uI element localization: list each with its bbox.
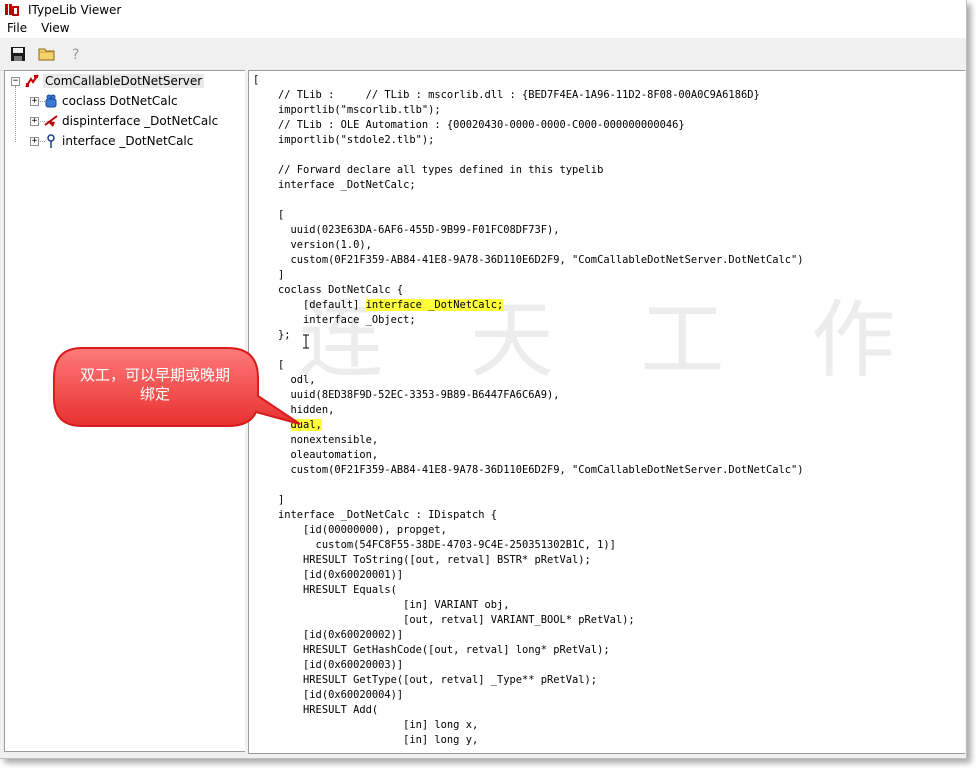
collapse-toggle[interactable]: − bbox=[11, 76, 20, 86]
help-button[interactable]: ? bbox=[64, 42, 88, 66]
help-question-icon: ? bbox=[72, 47, 79, 62]
expand-toggle[interactable]: + bbox=[30, 116, 39, 126]
expand-toggle[interactable]: + bbox=[30, 96, 39, 106]
svg-text:?: ? bbox=[72, 47, 79, 62]
highlight-dual: dual, bbox=[290, 419, 322, 431]
callout-line-2: 绑定 bbox=[139, 385, 170, 403]
dispinterface-icon bbox=[43, 113, 59, 129]
toolbar: ? bbox=[0, 38, 966, 71]
callout-line-1: 双工，可以早期或晚期 bbox=[79, 366, 230, 384]
open-button[interactable] bbox=[35, 42, 59, 66]
tree-item-interface[interactable]: + interface _DotNetCalc bbox=[30, 132, 193, 150]
tree-item-label: coclass DotNetCalc bbox=[62, 94, 178, 108]
tree-item-label: ComCallableDotNetServer bbox=[43, 74, 205, 88]
menu-view[interactable]: View bbox=[34, 19, 76, 38]
highlight-default-interface: interface _DotNetCalc; bbox=[365, 299, 504, 311]
idl-source-pane[interactable]: 连 天 工 作 室 [ // TLib : // TLib : mscorlib… bbox=[248, 70, 965, 754]
type-tree-pane[interactable]: − ComCallableDotNetServer + coclass DotN… bbox=[4, 70, 246, 752]
tree-item-coclass[interactable]: + coclass DotNetCalc bbox=[30, 92, 178, 110]
tree-connector-line bbox=[15, 86, 16, 142]
callout-text: 双工，可以早期或晚期 绑定 bbox=[60, 366, 250, 404]
tree-item-label: dispinterface _DotNetCalc bbox=[62, 114, 219, 128]
app-icon bbox=[4, 2, 20, 18]
menu-bar: File View bbox=[0, 19, 966, 38]
typelib-icon bbox=[24, 73, 40, 89]
interface-icon bbox=[43, 133, 59, 149]
menu-file[interactable]: File bbox=[0, 19, 34, 38]
save-button[interactable] bbox=[6, 42, 30, 66]
tree-item-label: interface _DotNetCalc bbox=[62, 134, 194, 148]
floppy-disk-icon bbox=[11, 47, 25, 61]
title-bar: ITypeLib Viewer bbox=[0, 0, 966, 19]
tree-item-root[interactable]: − ComCallableDotNetServer bbox=[11, 72, 205, 90]
window-title: ITypeLib Viewer bbox=[28, 2, 122, 17]
expand-toggle[interactable]: + bbox=[30, 136, 39, 146]
tree-item-dispinterface[interactable]: + dispinterface _DotNetCalc bbox=[30, 112, 218, 130]
coclass-icon bbox=[43, 93, 59, 109]
folder-icon bbox=[38, 48, 55, 61]
idl-source-text: [ // TLib : // TLib : mscorlib.dll : {BE… bbox=[253, 74, 804, 746]
text-cursor-icon bbox=[303, 334, 309, 349]
